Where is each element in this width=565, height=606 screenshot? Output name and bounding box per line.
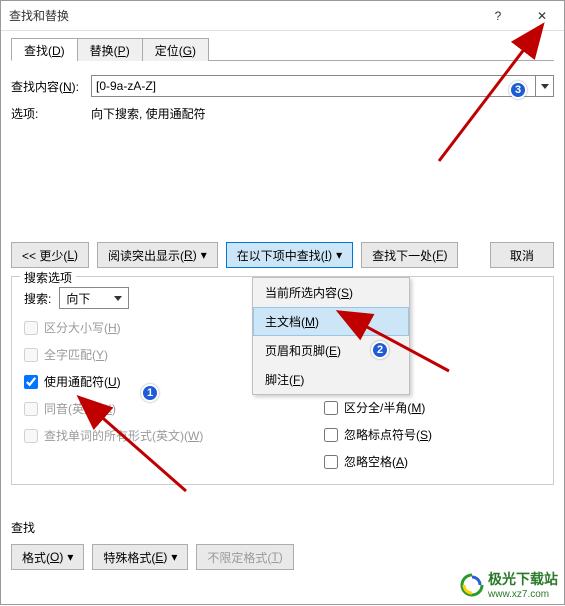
chevron-down-icon: ▾ [336, 248, 342, 262]
dialog-title: 查找和替换 [9, 7, 476, 24]
help-button[interactable]: ? [476, 1, 520, 31]
half-full-checkbox[interactable]: 区分全/半角(M) [324, 399, 541, 416]
find-content-dropdown[interactable] [535, 76, 553, 96]
ignore-space-checkbox[interactable]: 忽略空格(A) [324, 453, 541, 470]
options-row: 选项: 向下搜索, 使用通配符 [11, 105, 554, 122]
menu-footnotes[interactable]: 脚注(F) [253, 365, 409, 394]
options-value: 向下搜索, 使用通配符 [91, 105, 206, 122]
find-content-input[interactable] [92, 76, 535, 96]
menu-current-selection[interactable]: 当前所选内容(S) [253, 278, 409, 307]
annotation-badge-1: 1 [141, 384, 159, 402]
tab-replace[interactable]: 替换(P) [77, 38, 143, 61]
find-format-section: 查找 格式(O)▾ 特殊格式(E)▾ 不限定格式(T) [11, 519, 554, 570]
sounds-like-checkbox[interactable]: 同音(英文)(K) [24, 400, 324, 417]
no-format-button[interactable]: 不限定格式(T) [196, 544, 293, 570]
tab-find[interactable]: 查找(D) [11, 38, 78, 61]
watermark: 极光下载站 www.xz7.com [460, 569, 558, 600]
menu-main-document[interactable]: 主文档(M) [253, 307, 409, 336]
close-button[interactable]: ✕ [520, 1, 564, 31]
reading-highlight-button[interactable]: 阅读突出显示(R)▾ [97, 242, 218, 268]
annotation-badge-3: 3 [509, 81, 527, 99]
find-format-legend: 查找 [11, 519, 554, 536]
find-in-dropdown-menu: 当前所选内容(S) 主文档(M) 页眉和页脚(E) 脚注(F) [252, 277, 410, 395]
find-content-row: 查找内容(N): [11, 75, 554, 97]
find-content-label: 查找内容(N): [11, 78, 91, 95]
find-in-button[interactable]: 在以下项中查找(I)▾ [226, 242, 353, 268]
tab-goto[interactable]: 定位(G) [142, 38, 209, 61]
main-button-row: << 更少(L) 阅读突出显示(R)▾ 在以下项中查找(I)▾ 查找下一处(F)… [11, 242, 554, 268]
find-content-input-combo [91, 75, 554, 97]
chevron-down-icon: ▾ [171, 550, 177, 564]
chevron-down-icon: ▾ [201, 248, 207, 262]
search-options-legend: 搜索选项 [20, 269, 76, 286]
chevron-down-icon: ▾ [67, 550, 73, 564]
titlebar: 查找和替换 ? ✕ [1, 1, 564, 31]
watermark-url: www.xz7.com [488, 589, 558, 600]
format-button[interactable]: 格式(O)▾ [11, 544, 84, 570]
special-format-button[interactable]: 特殊格式(E)▾ [92, 544, 188, 570]
all-forms-checkbox[interactable]: 查找单词的所有形式(英文)(W) [24, 427, 324, 444]
ignore-punct-checkbox[interactable]: 忽略标点符号(S) [324, 426, 541, 443]
watermark-text: 极光下载站 [488, 569, 558, 589]
find-replace-dialog: 查找和替换 ? ✕ 查找(D) 替换(P) 定位(G) 查找内容(N): [0, 0, 565, 605]
tab-bar: 查找(D) 替换(P) 定位(G) [11, 37, 554, 61]
chevron-down-icon [114, 296, 122, 301]
find-next-button[interactable]: 查找下一处(F) [361, 242, 458, 268]
less-button[interactable]: << 更少(L) [11, 242, 89, 268]
watermark-icon [460, 573, 484, 597]
cancel-button[interactable]: 取消 [490, 242, 554, 268]
search-direction-select[interactable]: 向下 [59, 287, 129, 309]
annotation-badge-2: 2 [371, 341, 389, 359]
search-direction-label: 搜索: [24, 290, 51, 307]
find-format-buttons: 格式(O)▾ 特殊格式(E)▾ 不限定格式(T) [11, 544, 554, 570]
chevron-down-icon [541, 84, 549, 89]
options-label: 选项: [11, 105, 91, 122]
